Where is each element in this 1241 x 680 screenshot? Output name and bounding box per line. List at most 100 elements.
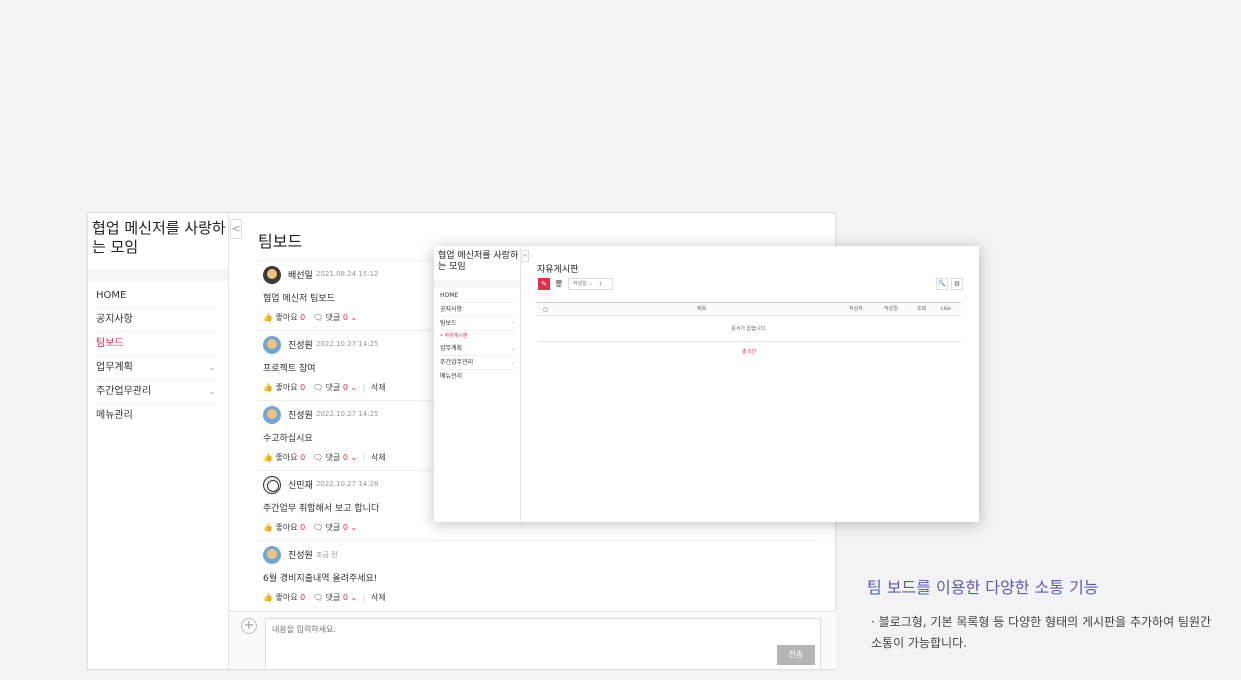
thumbs-up-icon[interactable]: 👍 — [263, 313, 273, 322]
comment-count: 0 — [342, 593, 348, 602]
post-content[interactable]: 프로젝트 참여 — [263, 361, 316, 374]
sidebar-item-label: 팀보드 — [440, 320, 457, 327]
sidebar-item-teamboard[interactable]: 팀보드 — [96, 332, 216, 356]
sidebar-item-menu-admin[interactable]: 메뉴관리 — [440, 370, 515, 384]
comment-icon[interactable]: 🗨 — [313, 593, 323, 602]
chevron-down-icon[interactable]: ⌄ — [351, 453, 358, 462]
post-actions: 👍 좋아요 0 🗨 댓글 0 ⌄ | 삭제 — [263, 382, 386, 393]
thumbs-up-icon[interactable]: 👍 — [263, 383, 273, 392]
page-title: 팀보드 — [258, 232, 303, 251]
column-author[interactable]: 작성자 — [849, 303, 863, 316]
chevron-down-icon[interactable]: ⌄ — [351, 523, 358, 532]
post-time: 2022.10.27 14:25 — [316, 340, 379, 348]
comment-count: 0 — [342, 313, 348, 322]
like-button[interactable]: 좋아요 — [276, 383, 298, 392]
thumbs-up-icon[interactable]: 👍 — [263, 593, 273, 602]
post-author[interactable]: 진성원 — [288, 548, 313, 561]
like-button[interactable]: 좋아요 — [276, 453, 298, 462]
sidebar-item-notice[interactable]: 공지사항 — [96, 308, 216, 332]
like-button[interactable]: 좋아요 — [276, 313, 298, 322]
sidebar-item-notice[interactable]: 공지사항 — [440, 303, 515, 317]
post-content[interactable]: 협업 메신저 팀보드 — [263, 291, 335, 304]
sidebar-item-teamboard[interactable]: 팀보드 ⌃ — [440, 317, 515, 331]
comment-count: 0 — [342, 453, 348, 462]
column-date[interactable]: 작성일 — [884, 303, 898, 316]
comment-button[interactable]: 댓글 — [326, 313, 341, 322]
chevron-down-icon[interactable]: ⌄ — [351, 593, 358, 602]
column-title[interactable]: 제목 — [697, 303, 706, 316]
like-count: 0 — [300, 383, 306, 392]
like-button[interactable]: 좋아요 — [276, 523, 298, 532]
sidebar-item-weekly-work[interactable]: 주간업무관리 ⌄ — [440, 356, 515, 370]
comment-icon[interactable]: 🗨 — [313, 453, 323, 462]
gear-icon[interactable]: ⚙ — [951, 278, 963, 290]
post-author[interactable]: 진성원 — [288, 408, 313, 421]
post-content[interactable]: 수고하십시요 — [263, 431, 313, 444]
comment-icon[interactable]: 🗨 — [313, 313, 323, 322]
add-attachment-button[interactable]: + — [241, 618, 257, 634]
delete-button[interactable]: 삭제 — [371, 593, 386, 602]
post-author[interactable]: 배선일 — [288, 268, 313, 281]
sidebar-item-label: 공지사항 — [96, 314, 133, 325]
sort-direction-icon[interactable]: ↓ — [598, 281, 602, 287]
comment-button[interactable]: 댓글 — [326, 523, 341, 532]
send-button[interactable]: 전송 — [777, 645, 815, 665]
chevron-up-icon[interactable]: ⌃ — [511, 317, 515, 331]
comment-button[interactable]: 댓글 — [326, 593, 341, 602]
sort-select[interactable]: 작성일 ⌄ ↓ — [568, 278, 613, 290]
thumbs-up-icon[interactable]: 👍 — [263, 523, 273, 532]
trash-icon[interactable]: 🗑 — [553, 278, 565, 290]
sidebar-item-weekly-work[interactable]: 주간업무관리 ⌄ — [96, 380, 216, 404]
chevron-down-icon[interactable]: ⌄ — [511, 356, 515, 370]
avatar[interactable] — [263, 266, 281, 284]
post-content[interactable]: 주간업무 취합해서 보고 합니다 — [263, 501, 379, 514]
avatar[interactable] — [263, 406, 281, 424]
comment-count: 0 — [342, 523, 348, 532]
post-author[interactable]: 진성원 — [288, 338, 313, 351]
like-button[interactable]: 좋아요 — [276, 593, 298, 602]
sidebar-subitem-free-board[interactable]: • 자유게시판 — [440, 331, 515, 341]
post-content[interactable]: 6월 경비지출내역 올려주세요! — [263, 571, 377, 584]
sidebar-item-work-plan[interactable]: 업무계획 ⌄ — [440, 342, 515, 356]
comment-icon[interactable]: 🗨 — [313, 523, 323, 532]
divider: | — [362, 453, 366, 462]
select-all-checkbox[interactable] — [543, 307, 548, 312]
chevron-down-icon[interactable]: ⌄ — [208, 380, 216, 404]
post-actions: 👍 좋아요 0 🗨 댓글 0 ⌄ | 삭제 — [263, 452, 386, 463]
avatar[interactable] — [263, 336, 281, 354]
post-author[interactable]: 신민재 — [288, 478, 313, 491]
delete-button[interactable]: 삭제 — [371, 453, 386, 462]
feature-title: 팀 보드를 이용한 다양한 소통 기능 — [867, 578, 1099, 597]
message-input[interactable] — [272, 625, 672, 634]
sidebar-item-label: 자유게시판 — [444, 333, 468, 339]
post-item[interactable]: 진성원 조금 전 6월 경비지출내역 올려주세요! 👍 좋아요 0 🗨 댓글 0… — [258, 540, 818, 610]
column-like[interactable]: Like — [941, 303, 951, 316]
sidebar-item-work-plan[interactable]: 업무계획 ⌄ — [96, 356, 216, 380]
comment-button[interactable]: 댓글 — [326, 383, 341, 392]
column-views[interactable]: 조회 — [917, 303, 926, 316]
workspace-title: 협업 메신저를 사랑하는 모임 — [92, 219, 226, 256]
delete-button[interactable]: 삭제 — [371, 383, 386, 392]
sidebar-item-label: HOME — [96, 290, 127, 301]
sidebar-item-label: 팀보드 — [96, 338, 124, 349]
avatar[interactable] — [263, 476, 281, 494]
chevron-down-icon[interactable]: ⌄ — [208, 356, 216, 380]
chevron-down-icon[interactable]: ⌄ — [511, 342, 515, 356]
collapse-sidebar-button[interactable]: < — [522, 250, 529, 262]
avatar[interactable] — [263, 546, 281, 564]
chevron-down-icon[interactable]: ⌄ — [351, 313, 358, 322]
search-icon[interactable]: 🔍 — [936, 278, 948, 290]
collapse-sidebar-button[interactable]: < — [230, 219, 242, 239]
post-actions: 👍 좋아요 0 🗨 댓글 0 ⌄ | 삭제 — [263, 592, 386, 603]
chevron-down-icon[interactable]: ⌄ — [351, 383, 358, 392]
write-icon[interactable]: ✎ — [538, 278, 550, 290]
sidebar-item-home[interactable]: HOME — [440, 289, 515, 303]
sidebar-item-home[interactable]: HOME — [96, 284, 216, 308]
comment-button[interactable]: 댓글 — [326, 453, 341, 462]
comment-icon[interactable]: 🗨 — [313, 383, 323, 392]
bullet-icon: • — [440, 333, 443, 339]
sidebar-item-menu-admin[interactable]: 메뉴관리 — [96, 404, 216, 428]
comment-count: 0 — [342, 383, 348, 392]
thumbs-up-icon[interactable]: 👍 — [263, 453, 273, 462]
divider: | — [362, 383, 366, 392]
